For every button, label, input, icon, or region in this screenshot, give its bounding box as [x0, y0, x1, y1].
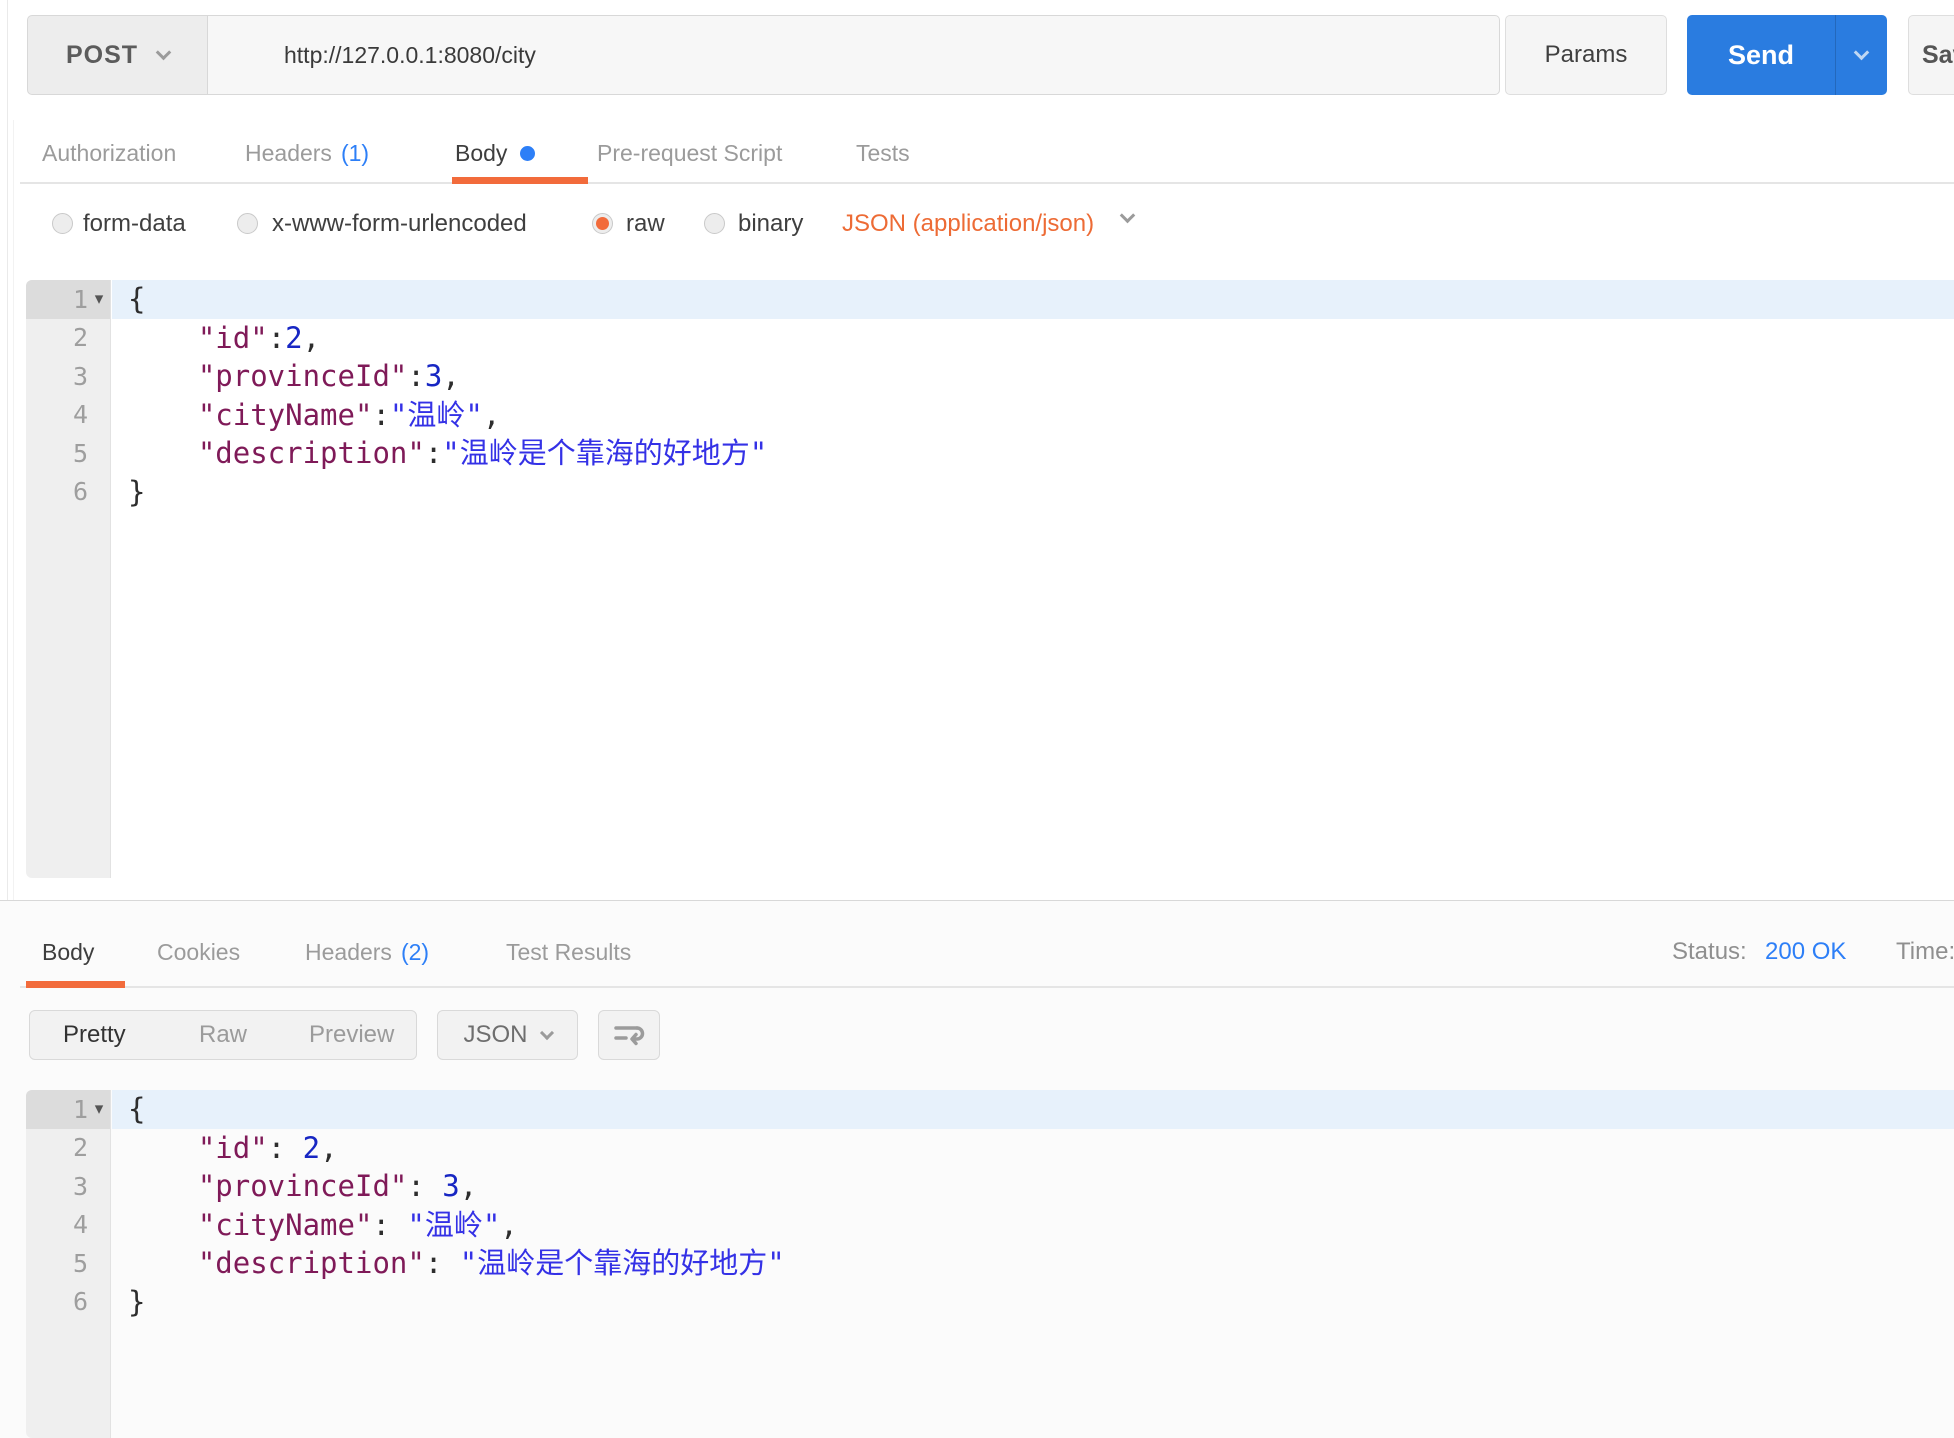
gutter-cell: 1▾: [26, 280, 110, 319]
radio-x-www-form-urlencoded-label[interactable]: x-www-form-urlencoded: [272, 196, 527, 252]
view-preview-button[interactable]: Preview: [287, 1011, 416, 1059]
params-button[interactable]: Params: [1505, 15, 1667, 95]
line-number: 4: [26, 400, 88, 429]
send-button[interactable]: Send: [1687, 15, 1887, 95]
tab-tests[interactable]: Tests: [856, 128, 910, 184]
gutter-cell: 3: [26, 1167, 110, 1206]
chevron-down-icon[interactable]: [1120, 208, 1136, 224]
code-line: {: [112, 1090, 1954, 1129]
tab-pre-request-script[interactable]: Pre-request Script: [597, 128, 782, 184]
http-method-select[interactable]: POST: [27, 15, 208, 95]
request-tabs: Authorization Headers (1) Body Pre-reques…: [20, 128, 1954, 184]
radio-raw-label[interactable]: raw: [626, 196, 665, 252]
view-pretty-button[interactable]: Pretty: [30, 1011, 159, 1059]
gutter-cell: 1▾: [26, 1090, 110, 1129]
view-raw-button[interactable]: Raw: [159, 1011, 288, 1059]
gutter-cell: 5: [26, 1244, 110, 1283]
code-line: "description":"温岭是个靠海的好地方": [112, 434, 1954, 473]
code-line: "provinceId": 3,: [112, 1167, 1954, 1206]
status-value: 200 OK: [1765, 916, 1846, 988]
response-view-switcher: Pretty Raw Preview: [29, 1010, 417, 1060]
url-input[interactable]: [208, 15, 1500, 95]
code-line: "cityName": "温岭",: [112, 1206, 1954, 1245]
wrap-text-icon: [613, 1021, 645, 1049]
gutter-cell: 2: [26, 1129, 110, 1168]
code-line: "description": "温岭是个靠海的好地方": [112, 1244, 1954, 1283]
radio-binary[interactable]: [704, 213, 725, 234]
line-number: 3: [26, 1172, 88, 1201]
send-options-caret[interactable]: [1836, 53, 1887, 58]
chevron-down-icon: [539, 1026, 553, 1040]
tab-authorization[interactable]: Authorization: [42, 128, 176, 184]
gutter-cell: 3: [26, 357, 110, 396]
gutter-cell: 4: [26, 396, 110, 435]
request-editor-code-area[interactable]: { "id":2, "provinceId":3, "cityName":"温岭…: [112, 280, 1954, 878]
tab-headers[interactable]: Headers (1): [245, 128, 369, 184]
line-number: 5: [26, 439, 88, 468]
gutter-cell: 6: [26, 1283, 110, 1322]
response-tab-cookies[interactable]: Cookies: [157, 916, 240, 988]
headers-count-badge: (1): [341, 140, 369, 166]
response-tab-body[interactable]: Body: [42, 916, 94, 988]
response-body-viewer[interactable]: 1▾23456 { "id": 2, "provinceId": 3, "cit…: [26, 1090, 1954, 1438]
body-set-dot-icon: [520, 146, 535, 161]
url-builder-row: POST Params Send Save: [0, 15, 1954, 95]
code-line: }: [112, 473, 1954, 512]
tab-body-label: Body: [455, 140, 507, 166]
line-number: 3: [26, 362, 88, 391]
code-line: }: [112, 1283, 1954, 1322]
radio-x-www-form-urlencoded[interactable]: [237, 213, 258, 234]
response-headers-count-badge: (2): [401, 939, 429, 965]
line-number: 6: [26, 477, 88, 506]
response-language-select[interactable]: JSON: [437, 1010, 578, 1060]
tab-headers-label: Headers: [245, 140, 332, 166]
line-number: 5: [26, 1249, 88, 1278]
gutter-cell: 5: [26, 434, 110, 473]
line-number: 1: [26, 1095, 88, 1124]
response-toolbar: Pretty Raw Preview JSON: [0, 1010, 1954, 1060]
active-tab-underline: [452, 177, 588, 184]
code-line: "cityName":"温岭",: [112, 396, 1954, 435]
gutter-cell: 6: [26, 473, 110, 512]
wrap-text-button[interactable]: [598, 1010, 660, 1060]
chevron-down-icon: [156, 44, 172, 60]
code-line: "provinceId":3,: [112, 357, 1954, 396]
postman-window: POST Params Send Save Authorization Head…: [0, 0, 1954, 1438]
body-type-row: form-data x-www-form-urlencoded raw bina…: [20, 196, 1954, 252]
save-button[interactable]: Save: [1908, 15, 1954, 95]
chevron-down-icon: [1854, 44, 1870, 60]
status-label: Status:: [1672, 916, 1747, 988]
line-number: 6: [26, 1287, 88, 1316]
line-number: 4: [26, 1210, 88, 1239]
time-label: Time:: [1896, 916, 1954, 988]
code-line: "id": 2,: [112, 1129, 1954, 1168]
response-tab-test-results[interactable]: Test Results: [506, 916, 631, 988]
response-tab-headers-label: Headers: [305, 939, 392, 965]
radio-binary-label[interactable]: binary: [738, 196, 803, 252]
gutter-cell: 2: [26, 319, 110, 358]
http-method-label: POST: [66, 41, 138, 70]
request-editor-gutter: 1▾23456: [26, 280, 111, 878]
code-line: {: [112, 280, 1954, 319]
active-response-tab-underline: [26, 981, 125, 988]
radio-form-data-label[interactable]: form-data: [83, 196, 186, 252]
gutter-cell: 4: [26, 1206, 110, 1245]
tab-body[interactable]: Body: [455, 128, 535, 184]
content-type-select[interactable]: JSON (application/json): [842, 196, 1094, 252]
radio-raw[interactable]: [592, 213, 613, 234]
line-number: 2: [26, 323, 88, 352]
response-editor-gutter: 1▾23456: [26, 1090, 111, 1438]
response-editor-code-area[interactable]: { "id": 2, "provinceId": 3, "cityName": …: [112, 1090, 1954, 1438]
response-tab-headers[interactable]: Headers (2): [305, 916, 429, 988]
code-line: "id":2,: [112, 319, 1954, 358]
request-body-editor[interactable]: 1▾23456 { "id":2, "provinceId":3, "cityN…: [26, 280, 1954, 878]
line-number: 1: [26, 285, 88, 314]
line-number: 2: [26, 1133, 88, 1162]
fold-caret-icon[interactable]: ▾: [88, 1099, 110, 1119]
response-language-label: JSON: [463, 1021, 527, 1049]
send-button-label: Send: [1687, 40, 1835, 71]
response-tabs: Body Cookies Headers (2) Test Results Sta…: [20, 916, 1954, 988]
fold-caret-icon[interactable]: ▾: [88, 289, 110, 309]
radio-form-data[interactable]: [52, 213, 73, 234]
